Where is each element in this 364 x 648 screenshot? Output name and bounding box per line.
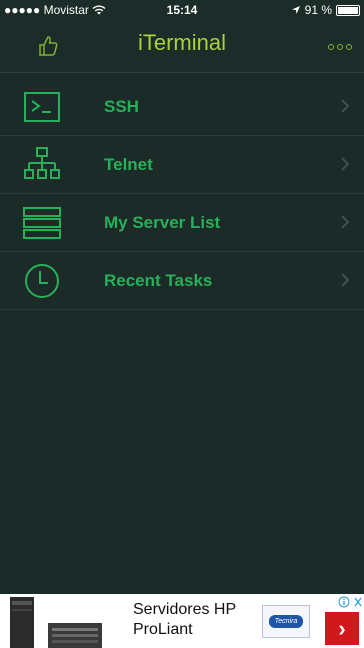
ad-go-button[interactable]: › [325, 612, 359, 645]
main-menu: SSH Telnet My Server List Recent Tasks [0, 78, 364, 310]
advertiser-logo: Tecnira [262, 605, 310, 638]
chevron-right-icon [341, 157, 350, 171]
menu-item-server-list[interactable]: My Server List [0, 194, 364, 252]
ad-text: Servidores HP ProLiant [133, 600, 236, 640]
nav-bar: iTerminal [0, 20, 364, 73]
more-dot [337, 44, 343, 50]
menu-item-label: SSH [104, 97, 139, 116]
ad-subline: ProLiant [133, 621, 193, 638]
more-options-icon[interactable] [328, 44, 352, 50]
server-image [10, 597, 102, 648]
ad-banner[interactable]: Servidores HP ProLiant Tecnira › [0, 594, 364, 648]
status-bar: ●●●●● Movistar 15:14 91 % [0, 0, 364, 20]
terminal-icon [24, 92, 60, 122]
close-icon[interactable] [353, 595, 363, 609]
menu-item-telnet[interactable]: Telnet [0, 136, 364, 194]
ad-headline: Servidores HP [133, 601, 237, 618]
app-title: iTerminal [137, 30, 227, 55]
menu-item-label: Telnet [104, 155, 153, 174]
more-dot [328, 44, 334, 50]
chevron-right-icon [341, 273, 350, 287]
location-arrow-icon [291, 6, 300, 14]
battery-percent: 91 % [304, 3, 332, 17]
advertiser-logo-text: Tecnira [269, 615, 303, 628]
battery-icon [336, 4, 360, 16]
clock-icon [25, 264, 59, 298]
server-list-icon [23, 207, 61, 239]
menu-item-label: My Server List [104, 213, 221, 232]
menu-item-recent-tasks[interactable]: Recent Tasks [0, 252, 364, 310]
menu-item-label: Recent Tasks [104, 271, 213, 290]
more-dot [346, 44, 352, 50]
battery-level [338, 6, 359, 14]
menu-item-ssh[interactable]: SSH [0, 78, 364, 136]
info-icon[interactable] [338, 596, 350, 608]
status-right: 91 % [291, 3, 360, 17]
chevron-right-icon [341, 215, 350, 229]
network-icon [24, 147, 60, 179]
chevron-right-icon [341, 99, 350, 113]
